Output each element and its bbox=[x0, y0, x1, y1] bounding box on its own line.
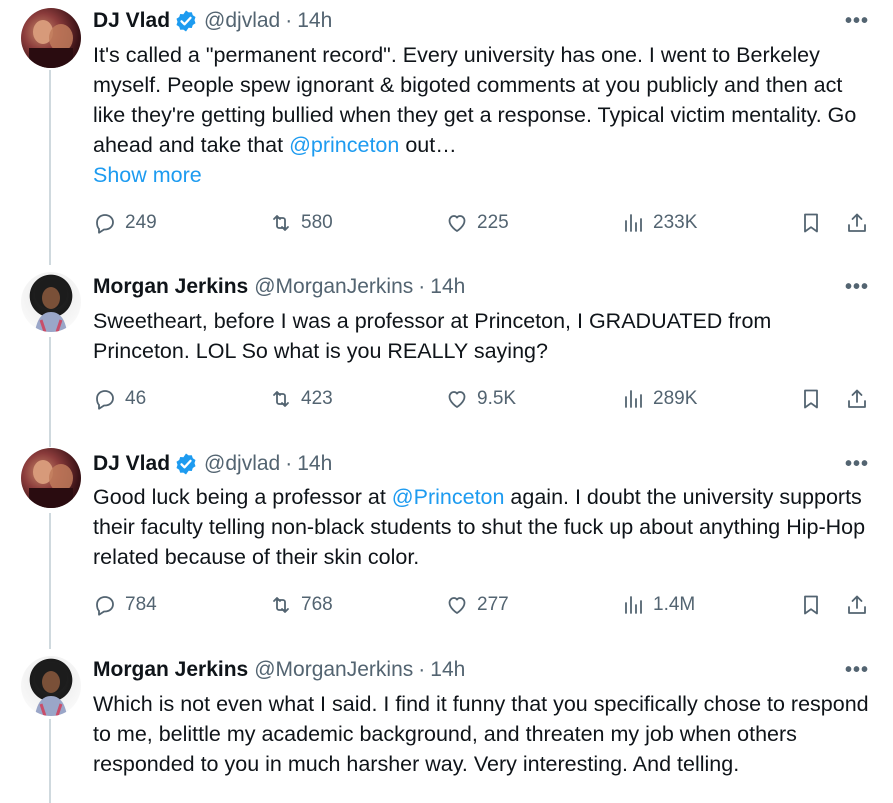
display-name[interactable]: DJ Vlad bbox=[93, 9, 170, 33]
tweet-text: It's called a "permanent record". Every … bbox=[93, 40, 873, 190]
mention-link[interactable]: @Princeton bbox=[392, 485, 505, 509]
timestamp[interactable]: 14h bbox=[297, 9, 332, 33]
reply-icon bbox=[96, 214, 114, 234]
action-bar: 784 768 277 1.4M bbox=[93, 590, 873, 620]
reply-count: 784 bbox=[125, 594, 157, 615]
tweet[interactable]: DJ Vlad @djvlad · 14h ••• Good luck bein… bbox=[0, 440, 893, 646]
tweet[interactable]: Morgan Jerkins @MorganJerkins · 14h ••• … bbox=[0, 646, 893, 803]
show-more-link[interactable]: Show more bbox=[93, 160, 873, 190]
tweet-text-segment: out… bbox=[399, 133, 457, 157]
bookmark-icon bbox=[804, 595, 818, 615]
bookmark-button[interactable] bbox=[799, 384, 823, 414]
view-count: 289K bbox=[653, 388, 698, 409]
user-handle[interactable]: @djvlad bbox=[204, 452, 280, 476]
reply-icon bbox=[96, 390, 114, 410]
action-bar: 249 580 225 233K bbox=[93, 208, 873, 238]
tweet[interactable]: Morgan Jerkins @MorganJerkins · 14h ••• … bbox=[0, 262, 893, 440]
share-button[interactable] bbox=[845, 208, 869, 238]
avatar-photo bbox=[29, 20, 73, 68]
views-icon bbox=[625, 390, 642, 408]
more-icon[interactable]: ••• bbox=[845, 453, 869, 476]
view-count: 1.4M bbox=[653, 594, 696, 615]
avatar[interactable] bbox=[21, 448, 81, 508]
display-name[interactable]: Morgan Jerkins bbox=[93, 658, 248, 682]
reply-count: 46 bbox=[125, 388, 147, 409]
reply-icon bbox=[96, 596, 114, 616]
share-icon bbox=[848, 595, 866, 614]
like-icon bbox=[448, 597, 466, 614]
like-button[interactable]: 225 bbox=[445, 208, 509, 238]
avatar[interactable] bbox=[21, 272, 81, 332]
timestamp[interactable]: 14h bbox=[430, 275, 465, 299]
mention-link[interactable]: @princeton bbox=[289, 133, 399, 157]
retweet-icon bbox=[273, 391, 289, 407]
share-icon bbox=[848, 213, 866, 232]
retweet-count: 580 bbox=[301, 212, 333, 233]
verified-badge-icon bbox=[176, 453, 196, 475]
separator-dot: · bbox=[418, 658, 426, 681]
reply-count: 249 bbox=[125, 212, 157, 233]
avatar-photo bbox=[35, 279, 67, 332]
avatar-photo bbox=[29, 460, 73, 508]
reply-button[interactable]: 46 bbox=[93, 384, 146, 414]
avatar-photo bbox=[35, 663, 67, 716]
user-handle[interactable]: @MorganJerkins bbox=[254, 658, 413, 682]
retweet-count: 768 bbox=[301, 594, 333, 615]
view-count: 233K bbox=[653, 212, 698, 233]
share-button[interactable] bbox=[845, 590, 869, 620]
action-bar: 46 423 9.5K 289K bbox=[93, 384, 873, 414]
tweet-text-segment: Which is not even what I said. I find it… bbox=[93, 692, 869, 776]
user-handle[interactable]: @MorganJerkins bbox=[254, 275, 413, 299]
like-count: 277 bbox=[477, 594, 509, 615]
bookmark-icon bbox=[804, 389, 818, 409]
more-icon[interactable]: ••• bbox=[845, 276, 869, 299]
retweet-button[interactable]: 580 bbox=[269, 208, 333, 238]
share-button[interactable] bbox=[845, 384, 869, 414]
tweet-text: Good luck being a professor at @Princeto… bbox=[93, 482, 873, 572]
tweet-text-segment: Sweetheart, before I was a professor at … bbox=[93, 309, 772, 363]
bookmark-button[interactable] bbox=[799, 208, 823, 238]
like-icon bbox=[448, 391, 466, 408]
verified-badge-icon bbox=[176, 10, 196, 32]
share-icon bbox=[848, 389, 866, 408]
retweet-icon bbox=[273, 215, 289, 231]
more-icon[interactable]: ••• bbox=[845, 659, 869, 682]
views-icon bbox=[625, 214, 642, 232]
avatar[interactable] bbox=[21, 656, 81, 716]
tweet-text: Sweetheart, before I was a professor at … bbox=[93, 306, 873, 366]
bookmark-icon bbox=[804, 213, 818, 233]
separator-dot: · bbox=[285, 9, 293, 32]
avatar[interactable] bbox=[21, 8, 81, 68]
user-handle[interactable]: @djvlad bbox=[204, 9, 280, 33]
reply-button[interactable]: 249 bbox=[93, 208, 157, 238]
like-icon bbox=[448, 215, 466, 232]
retweet-icon bbox=[273, 597, 289, 613]
like-button[interactable]: 277 bbox=[445, 590, 509, 620]
views-button[interactable]: 289K bbox=[621, 384, 697, 414]
more-icon[interactable]: ••• bbox=[845, 10, 869, 33]
separator-dot: · bbox=[285, 452, 293, 475]
display-name[interactable]: DJ Vlad bbox=[93, 452, 170, 476]
like-count: 9.5K bbox=[477, 388, 517, 409]
tweet-text-segment: It's called a "permanent record". Every … bbox=[93, 43, 857, 157]
retweet-button[interactable]: 423 bbox=[269, 384, 333, 414]
timestamp[interactable]: 14h bbox=[430, 658, 465, 682]
views-icon bbox=[625, 596, 642, 614]
views-button[interactable]: 233K bbox=[621, 208, 697, 238]
tweet[interactable]: DJ Vlad @djvlad · 14h ••• It's called a … bbox=[0, 0, 893, 262]
reply-button[interactable]: 784 bbox=[93, 590, 157, 620]
tweet-text-segment: Good luck being a professor at bbox=[93, 485, 392, 509]
tweet-text: Which is not even what I said. I find it… bbox=[93, 689, 873, 779]
like-button[interactable]: 9.5K bbox=[445, 384, 516, 414]
separator-dot: · bbox=[418, 275, 426, 298]
timestamp[interactable]: 14h bbox=[297, 452, 332, 476]
views-button[interactable]: 1.4M bbox=[621, 590, 695, 620]
retweet-count: 423 bbox=[301, 388, 333, 409]
display-name[interactable]: Morgan Jerkins bbox=[93, 275, 248, 299]
retweet-button[interactable]: 768 bbox=[269, 590, 333, 620]
bookmark-button[interactable] bbox=[799, 590, 823, 620]
like-count: 225 bbox=[477, 212, 509, 233]
